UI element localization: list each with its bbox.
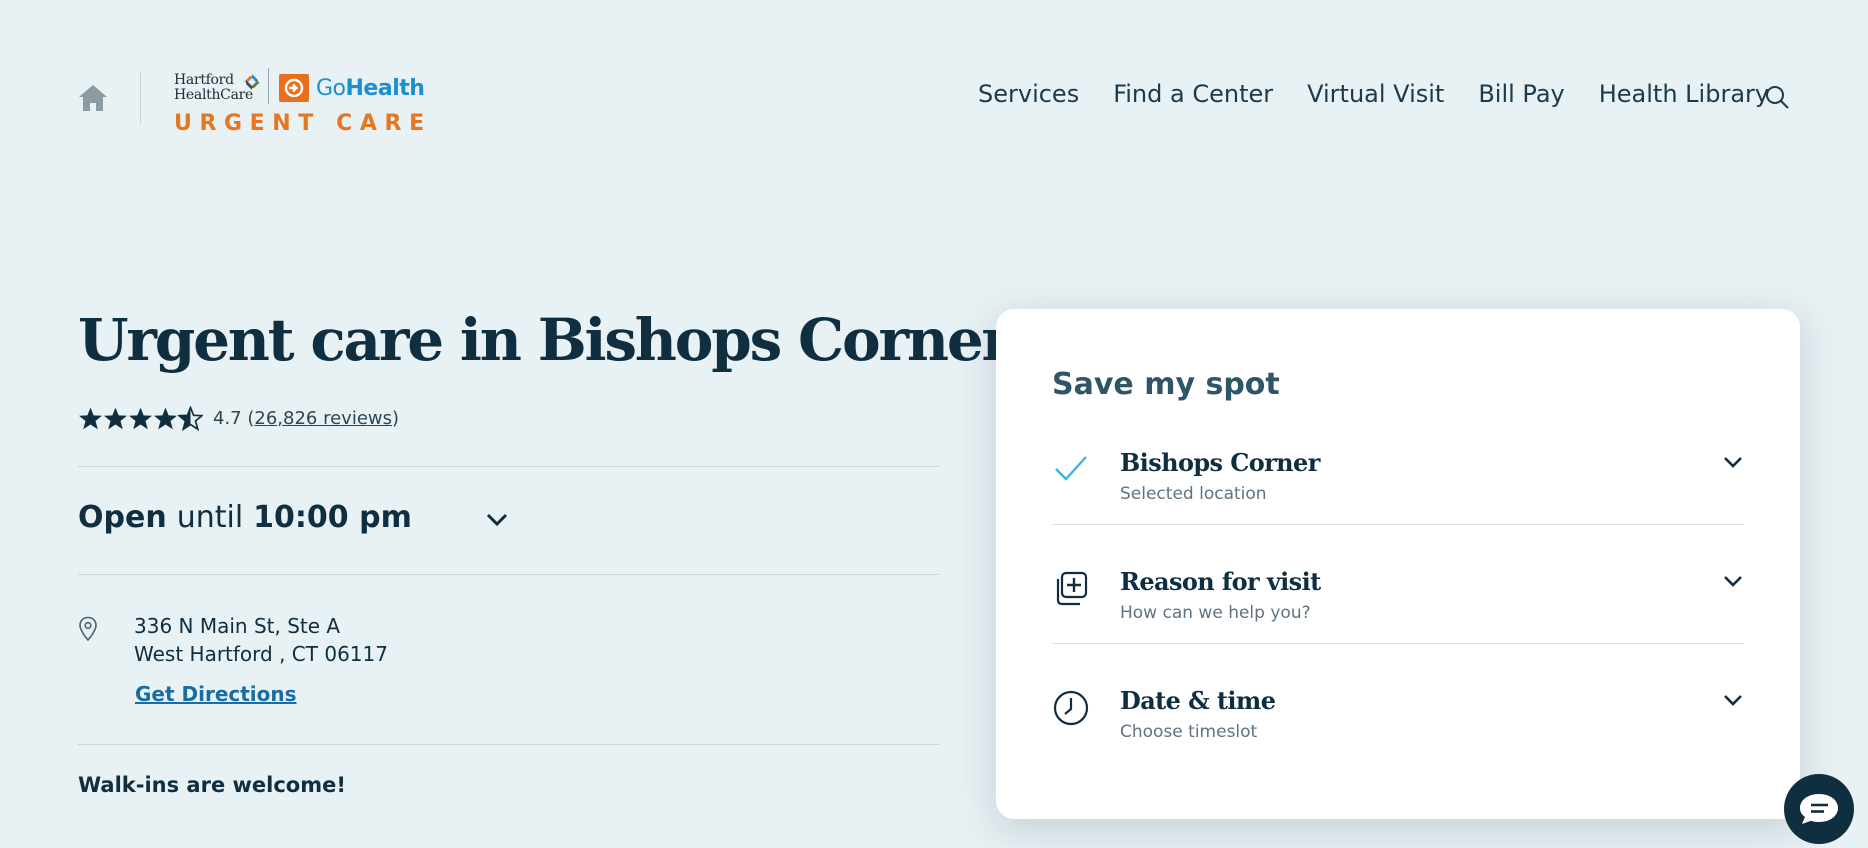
- divider: [78, 744, 940, 745]
- card-title: Save my spot: [1052, 367, 1280, 402]
- chevron-down-icon[interactable]: [1722, 573, 1744, 589]
- nav-bill-pay[interactable]: Bill Pay: [1478, 80, 1564, 108]
- rating: 4.7 (26,826 reviews): [78, 406, 399, 431]
- step-divider: [1052, 643, 1744, 644]
- step-title: Bishops Corner: [1120, 448, 1320, 477]
- nav-services[interactable]: Services: [978, 80, 1079, 108]
- star-icon: [104, 407, 127, 430]
- star-icon: [129, 407, 152, 430]
- rating-value: 4.7: [213, 408, 242, 429]
- clock-icon: [1053, 690, 1089, 726]
- page-title: Urgent care in Bishops Corner: [78, 306, 1012, 374]
- home-icon[interactable]: [78, 84, 108, 112]
- get-directions-link[interactable]: Get Directions: [135, 682, 297, 706]
- logo-divider: [268, 68, 269, 104]
- address-line-1: 336 N Main St, Ste A: [134, 614, 341, 638]
- star-rating: [78, 406, 203, 431]
- header-divider: [140, 72, 141, 124]
- urgent-care-wordmark: URGENT CARE: [174, 111, 432, 136]
- reviews-link[interactable]: 26,826 reviews: [254, 408, 392, 429]
- step-subtitle: How can we help you?: [1120, 603, 1311, 623]
- medical-cards-icon: [1056, 571, 1088, 606]
- star-icon: [154, 407, 177, 430]
- star-icon: [79, 407, 102, 430]
- brand-logo[interactable]: Hartford HealthCare GoHealth URGENT CARE: [174, 66, 434, 136]
- chevron-down-icon[interactable]: [1722, 454, 1744, 470]
- check-icon: [1055, 456, 1087, 481]
- star-half-icon: [178, 406, 203, 431]
- chat-bubble-icon: [1800, 794, 1838, 824]
- gohealth-wordmark: GoHealth: [316, 76, 425, 101]
- gohealth-mark-icon: [279, 74, 309, 102]
- nav-virtual-visit[interactable]: Virtual Visit: [1307, 80, 1444, 108]
- closing-time: 10:00 pm: [253, 500, 412, 535]
- nav-health-library[interactable]: Health Library: [1599, 80, 1769, 108]
- step-subtitle: Choose timeslot: [1120, 722, 1258, 742]
- nav-find-a-center[interactable]: Find a Center: [1113, 80, 1273, 108]
- chat-button[interactable]: [1784, 774, 1854, 844]
- hours-toggle[interactable]: Open until 10:00 pm: [78, 500, 412, 535]
- address: 336 N Main St, Ste A West Hartford , CT …: [134, 612, 388, 668]
- chevron-down-icon[interactable]: [486, 512, 508, 528]
- hartford-healthcare-mark-icon: [244, 74, 260, 90]
- search-icon[interactable]: [1764, 84, 1790, 110]
- divider: [78, 466, 940, 467]
- step-title: Date & time: [1120, 686, 1276, 715]
- chevron-down-icon[interactable]: [1722, 692, 1744, 708]
- step-title: Reason for visit: [1120, 567, 1321, 596]
- step-subtitle: Selected location: [1120, 484, 1267, 504]
- step-reason[interactable]: Reason for visit How can we help you?: [1052, 548, 1744, 667]
- site-header: Hartford HealthCare GoHealth URGENT CARE…: [0, 0, 1868, 180]
- location-pin-icon: [79, 616, 97, 642]
- address-line-2: West Hartford , CT 06117: [134, 642, 388, 666]
- main-nav: Services Find a Center Virtual Visit Bil…: [978, 80, 1803, 108]
- step-date-time[interactable]: Date & time Choose timeslot: [1052, 667, 1744, 786]
- save-my-spot-card: Save my spot Bishops Corner Selected loc…: [996, 309, 1800, 819]
- step-location[interactable]: Bishops Corner Selected location: [1052, 429, 1744, 548]
- open-status: Open: [78, 500, 167, 535]
- hours-until: until: [176, 500, 244, 535]
- divider: [78, 574, 940, 575]
- step-divider: [1052, 524, 1744, 525]
- walkins-note: Walk-ins are welcome!: [78, 773, 346, 797]
- rating-text: 4.7 (26,826 reviews): [213, 408, 400, 429]
